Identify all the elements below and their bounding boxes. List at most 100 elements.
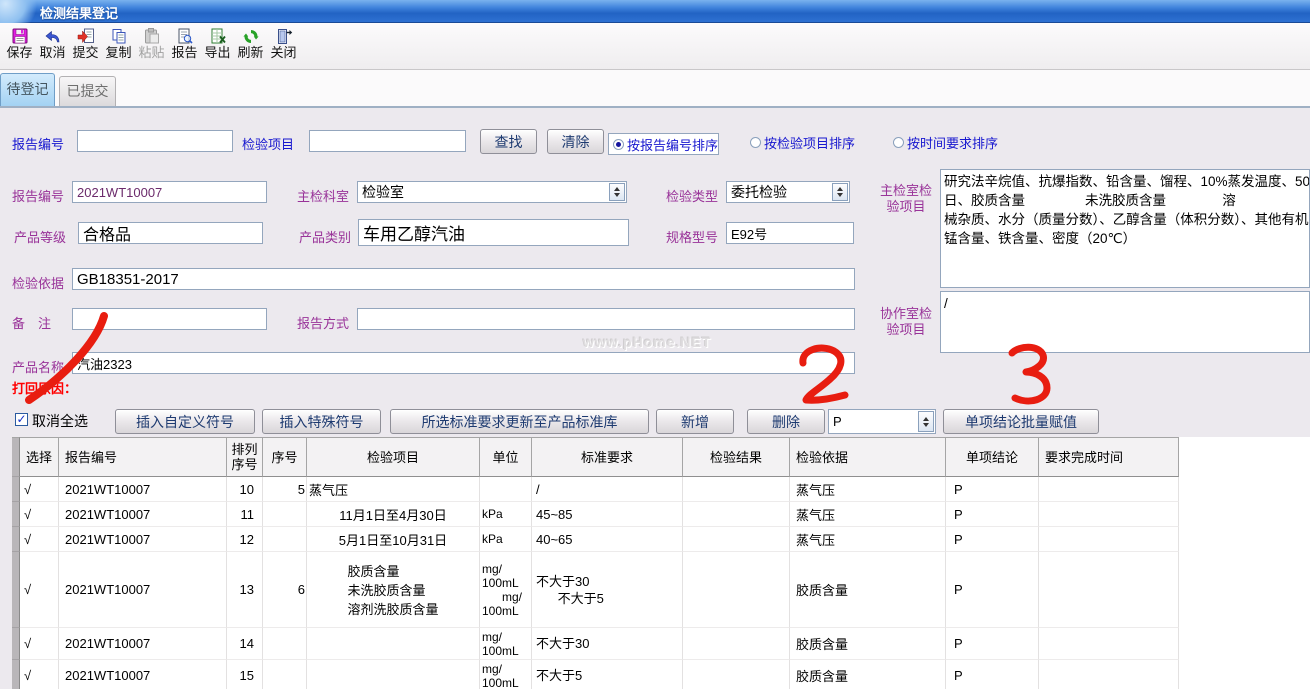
delete-button[interactable]: 删除 bbox=[747, 409, 825, 434]
table-cell-unit: mg/ 100mL bbox=[480, 628, 532, 660]
column-header[interactable]: 检验项目 bbox=[307, 437, 480, 477]
sort-by-item-radio[interactable]: 按检验项目排序 bbox=[750, 133, 855, 152]
update-standard-button[interactable]: 所选标准要求更新至产品标准库 bbox=[390, 409, 649, 434]
table-cell-report_no: 2021WT10007 bbox=[59, 660, 227, 689]
insert-custom-symbol-button[interactable]: 插入自定义符号 bbox=[115, 409, 255, 434]
coop-items-textarea[interactable]: / bbox=[940, 291, 1310, 353]
column-header[interactable]: 单项结论 bbox=[946, 437, 1039, 477]
table-cell-check[interactable]: √ bbox=[20, 527, 59, 552]
table-cell-standard: 不大于30 不大于5 bbox=[532, 552, 683, 628]
watermark: www.pHome.NET bbox=[583, 334, 711, 350]
copy-button[interactable]: 复制 bbox=[102, 25, 135, 69]
tab-pending[interactable]: 待登记 bbox=[0, 73, 55, 106]
table-cell-check[interactable]: √ bbox=[20, 660, 59, 689]
table-cell-seq_no bbox=[263, 628, 307, 660]
clear-button[interactable]: 清除 bbox=[547, 129, 604, 154]
report-method-field[interactable] bbox=[357, 308, 855, 330]
column-header[interactable]: 序号 bbox=[263, 437, 307, 477]
search-item-input[interactable] bbox=[309, 130, 466, 152]
table-cell-conclusion: P bbox=[946, 552, 1039, 628]
results-grid[interactable]: 选择报告编号排列序号序号检验项目单位标准要求检验结果检验依据单项结论要求完成时间… bbox=[12, 437, 1310, 689]
cancel-button[interactable]: 取消 bbox=[36, 25, 69, 69]
sort-by-time-radio[interactable]: 按时间要求排序 bbox=[893, 133, 998, 152]
main-dept-select[interactable]: 检验室 bbox=[357, 181, 627, 203]
return-reason-label: 打回原因： bbox=[12, 378, 77, 397]
column-header[interactable]: 检验结果 bbox=[683, 437, 790, 477]
table-cell-item: 5月1日至10月31日 bbox=[307, 527, 480, 552]
table-cell-due bbox=[1039, 552, 1179, 628]
report-label: 报告 bbox=[171, 45, 197, 61]
column-header[interactable]: 报告编号 bbox=[59, 437, 227, 477]
table-cell-due bbox=[1039, 660, 1179, 689]
column-header[interactable]: 排列序号 bbox=[227, 437, 263, 477]
test-type-select[interactable]: 委托检验 bbox=[726, 181, 850, 203]
table-cell-standard: 不大于5 bbox=[532, 660, 683, 689]
table-cell-unit bbox=[480, 477, 532, 502]
remark-field[interactable] bbox=[72, 308, 267, 330]
column-header[interactable]: 单位 bbox=[480, 437, 532, 477]
batch-assign-button[interactable]: 单项结论批量赋值 bbox=[943, 409, 1099, 434]
report-button[interactable]: 报告 bbox=[168, 25, 201, 69]
save-button[interactable]: 保存 bbox=[3, 25, 36, 69]
main-items-textarea[interactable]: 研究法辛烷值、抗爆指数、铅含量、馏程、10%蒸发温度、50%蒸 日、胶质含量 未… bbox=[940, 169, 1310, 288]
report-no-field[interactable] bbox=[72, 181, 267, 203]
copy-icon bbox=[109, 27, 129, 45]
search-report-no-label: 报告编号 bbox=[12, 134, 64, 153]
table-cell-check[interactable]: √ bbox=[20, 552, 59, 628]
refresh-button[interactable]: 刷新 bbox=[234, 25, 267, 69]
product-grade-field[interactable] bbox=[78, 222, 263, 244]
table-cell-item: 蒸气压 bbox=[307, 477, 480, 502]
submit-button[interactable]: 提交 bbox=[69, 25, 102, 69]
table-cell-order_no: 14 bbox=[227, 628, 263, 660]
red-digit-3-mark bbox=[1012, 347, 1047, 401]
add-button[interactable]: 新增 bbox=[656, 409, 734, 434]
spec-model-field[interactable] bbox=[726, 222, 854, 244]
spinner-icon[interactable] bbox=[609, 183, 625, 201]
table-cell-result bbox=[683, 552, 790, 628]
check-icon: ✓ bbox=[16, 414, 26, 424]
table-row[interactable]: √2021WT10007125月1日至10月31日kPa40~65蒸气压P bbox=[12, 527, 1179, 552]
table-cell-conclusion: P bbox=[946, 477, 1039, 502]
spinner-icon[interactable] bbox=[832, 183, 848, 201]
tab-submitted[interactable]: 已提交 bbox=[59, 76, 116, 106]
conclusion-select[interactable]: P bbox=[828, 409, 936, 434]
product-name-field[interactable] bbox=[72, 352, 855, 374]
spinner-icon[interactable] bbox=[918, 411, 934, 432]
find-button[interactable]: 查找 bbox=[480, 129, 537, 154]
remark-label: 备 注 bbox=[12, 313, 51, 332]
column-header[interactable]: 检验依据 bbox=[790, 437, 946, 477]
refresh-label: 刷新 bbox=[237, 45, 263, 61]
paste-label: 粘贴 bbox=[138, 45, 164, 61]
product-grade-label: 产品等级 bbox=[14, 227, 66, 246]
product-category-field[interactable] bbox=[358, 219, 629, 246]
copy-label: 复制 bbox=[105, 45, 131, 61]
table-cell-due bbox=[1039, 527, 1179, 552]
table-cell-check[interactable]: √ bbox=[20, 477, 59, 502]
uncheck-all-checkbox[interactable]: ✓ bbox=[15, 413, 28, 426]
table-cell-standard: 45~85 bbox=[532, 502, 683, 527]
column-header[interactable]: 标准要求 bbox=[532, 437, 683, 477]
table-cell-item: 11月1日至4月30日 bbox=[307, 502, 480, 527]
table-cell-order_no: 12 bbox=[227, 527, 263, 552]
toolbar: 保存 取消 提交 复制 粘贴 报告 导出 刷新 关闭 bbox=[0, 23, 1310, 70]
column-header[interactable]: 要求完成时间 bbox=[1039, 437, 1179, 477]
table-row[interactable]: √2021WT1000714mg/ 100mL不大于30胶质含量P bbox=[12, 628, 1179, 660]
table-cell-basis: 胶质含量 bbox=[790, 660, 946, 689]
test-basis-field[interactable] bbox=[72, 268, 855, 290]
export-button[interactable]: 导出 bbox=[201, 25, 234, 69]
save-icon bbox=[10, 27, 30, 45]
table-cell-check[interactable]: √ bbox=[20, 628, 59, 660]
insert-special-symbol-button[interactable]: 插入特殊符号 bbox=[262, 409, 381, 434]
table-row[interactable]: √2021WT10007136胶质含量 未洗胶质含量 溶剂洗胶质含量mg/ 10… bbox=[12, 552, 1179, 628]
column-header[interactable]: 选择 bbox=[20, 437, 59, 477]
table-cell-result bbox=[683, 628, 790, 660]
table-row[interactable]: √2021WT100071111月1日至4月30日kPa45~85蒸气压P bbox=[12, 502, 1179, 527]
table-cell-check[interactable]: √ bbox=[20, 502, 59, 527]
table-row[interactable]: √2021WT10007105蒸气压/蒸气压P bbox=[12, 477, 1179, 502]
search-report-no-input[interactable] bbox=[77, 130, 233, 152]
table-cell-order_no: 11 bbox=[227, 502, 263, 527]
submit-icon bbox=[76, 27, 96, 45]
sort-by-report-no-radio[interactable]: 按报告编号排序 bbox=[608, 133, 719, 155]
close-button[interactable]: 关闭 bbox=[267, 25, 300, 69]
table-row[interactable]: √2021WT1000715mg/ 100mL不大于5胶质含量P bbox=[12, 660, 1179, 689]
